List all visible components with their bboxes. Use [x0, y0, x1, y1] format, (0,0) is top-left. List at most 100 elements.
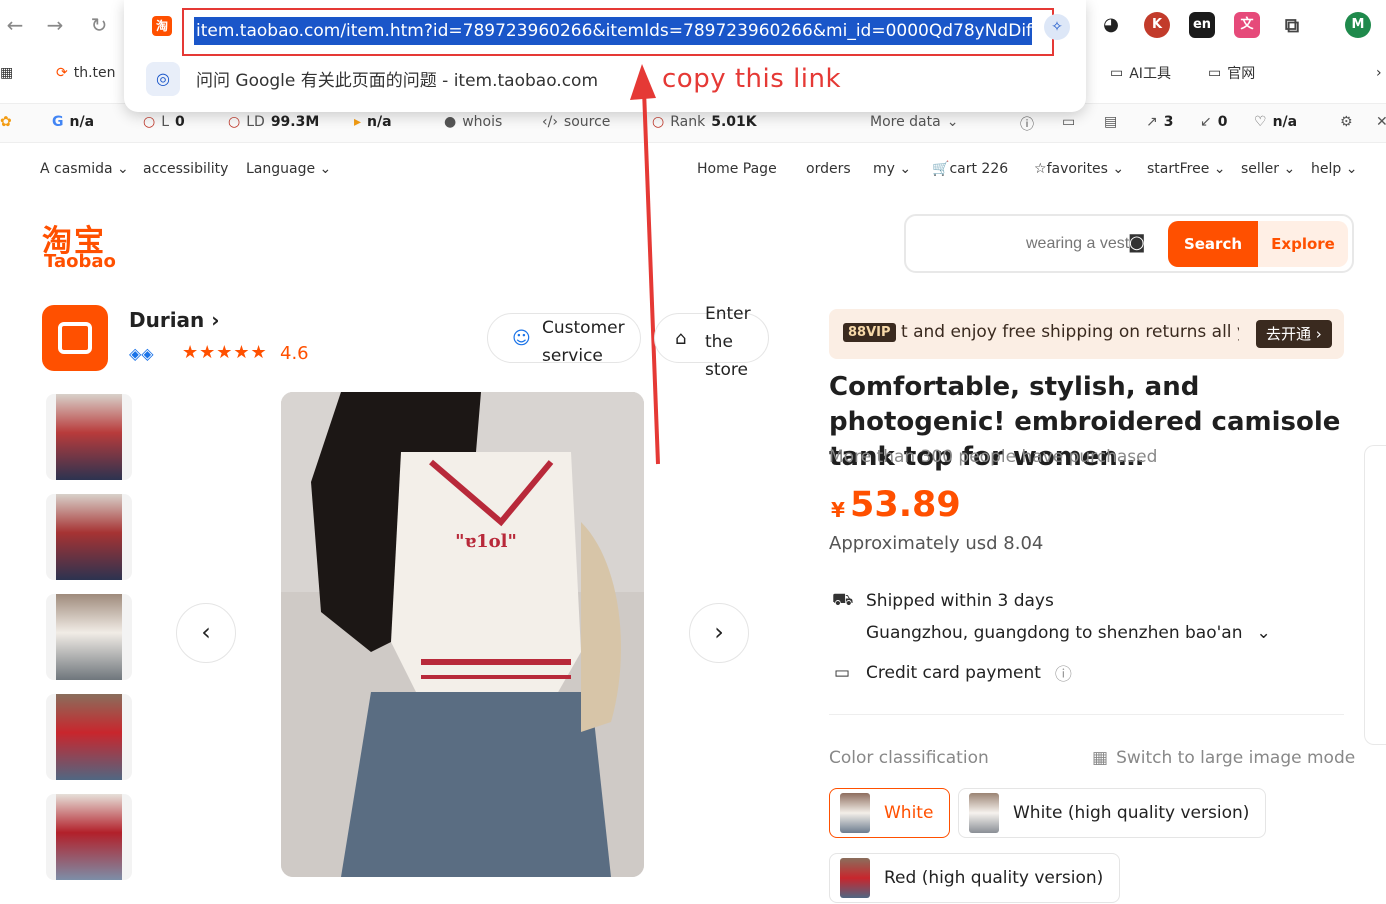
chevron-down-icon: ⌄ [319, 161, 332, 177]
color-option-white[interactable]: White [829, 788, 951, 838]
chevron-right-icon: › [211, 308, 220, 332]
monitor-icon[interactable]: ▭ [1062, 114, 1075, 130]
gallery-thumbnail[interactable] [46, 694, 132, 780]
site-top-bar: A casmida ⌄ accessibility Language ⌄ Hom… [0, 150, 1386, 190]
forward-icon[interactable]: → [40, 10, 70, 40]
swatch-image [840, 858, 870, 898]
chevron-right-icon: › [714, 618, 724, 646]
taobao-logo-text[interactable]: Taobao [44, 251, 116, 272]
start-free-menu[interactable]: startFree ⌄ [1147, 161, 1226, 177]
swatch-image [840, 793, 870, 833]
explore-button[interactable]: Explore [1258, 221, 1348, 267]
home-link[interactable]: Home Page [697, 161, 777, 177]
gallery-thumbnail[interactable] [46, 794, 132, 880]
info-icon[interactable]: ⓘ [1055, 660, 1072, 685]
seo-external-links[interactable]: ↗ 3 [1146, 114, 1173, 130]
extensions-puzzle-icon[interactable]: ⧉ [1279, 12, 1305, 38]
customer-service-button[interactable]: ☺ Customer service [487, 313, 641, 366]
annotation-label: copy this link [662, 64, 842, 94]
color-option-red-hq[interactable]: Red (high quality version) [829, 853, 1121, 903]
main-product-image[interactable]: "ɐ1ol" [281, 392, 644, 877]
seo-google[interactable]: Gn/a [52, 114, 94, 130]
divider [829, 714, 1344, 715]
shop-badge-icons: ◈◈ [129, 344, 154, 363]
user-menu[interactable]: A casmida ⌄ [40, 161, 129, 177]
approx-usd-price: Approximately usd 8.04 [829, 533, 1044, 554]
search-button[interactable]: Search [1168, 221, 1258, 267]
gallery-thumbnail[interactable] [46, 594, 132, 680]
info-icon[interactable]: ⓘ [1020, 114, 1034, 134]
apps-icon[interactable]: ▦ [0, 62, 13, 84]
more-bookmarks-icon[interactable]: › [1376, 62, 1382, 84]
shipping-route[interactable]: Guangzhou, guangdong to shenzhen bao'an … [866, 623, 1271, 643]
camera-icon[interactable]: ◙ [1128, 232, 1145, 253]
cart-link[interactable]: 🛒cart 226 [932, 161, 1008, 177]
product-price: 53.89 [850, 485, 961, 525]
seo-bing[interactable]: ▸ n/a [354, 114, 392, 130]
page-icon[interactable]: ▤ [1104, 114, 1117, 130]
chevron-down-icon: ⌄ [946, 114, 959, 130]
seller-menu[interactable]: seller ⌄ [1241, 161, 1295, 177]
chevron-left-icon: ‹ [201, 618, 211, 646]
svg-text:"ɐ1ol": "ɐ1ol" [455, 531, 517, 552]
chevron-down-icon: ⌄ [1213, 161, 1226, 177]
gallery-thumbnail[interactable] [46, 394, 132, 480]
chevron-down-icon: ⌄ [1256, 623, 1271, 643]
currency-symbol: ¥ [831, 498, 845, 522]
chat-icon: ☺ [512, 328, 531, 349]
vip-banner[interactable]: 88VIP t and enjoy free shipping on retur… [829, 309, 1344, 359]
star-icon: ☆ [1034, 161, 1047, 177]
extension-icon[interactable]: ◕ [1098, 12, 1124, 38]
chevron-down-icon: ⌄ [117, 161, 129, 177]
profile-avatar[interactable]: M [1345, 12, 1371, 38]
seo-links[interactable]: ○ L 0 [143, 114, 185, 130]
gallery-next-button[interactable]: › [689, 603, 749, 663]
vip-activate-button[interactable]: 去开通 › [1256, 320, 1332, 348]
help-menu[interactable]: help ⌄ [1311, 161, 1357, 177]
omnibox-suggestion[interactable]: 问问 Google 有关此页面的问题 - item.taobao.com [196, 66, 598, 91]
bookmark-folder-ai[interactable]: ▭ AI工具 [1110, 62, 1171, 84]
grid-icon: ▦ [1092, 748, 1109, 768]
color-option-white-hq[interactable]: White (high quality version) [958, 788, 1267, 838]
external-link-icon: ↗ [1146, 114, 1158, 130]
extension-en-icon[interactable]: en [1189, 12, 1215, 38]
lens-search-icon[interactable]: ✧ [1044, 14, 1070, 40]
seo-link-domains[interactable]: ○ LD 99.3M [228, 114, 319, 130]
back-icon[interactable]: ← [0, 10, 30, 40]
credit-card-icon: ▭ [833, 662, 851, 683]
accessibility-link[interactable]: accessibility [143, 161, 228, 177]
seo-heart[interactable]: ♡ n/a [1254, 114, 1297, 130]
language-menu[interactable]: Language ⌄ [246, 161, 331, 177]
gallery-thumbnail[interactable] [46, 494, 132, 580]
seo-logo-icon: ✿ [0, 114, 12, 130]
shop-logo[interactable] [42, 305, 108, 371]
reload-icon[interactable]: ↻ [84, 10, 114, 40]
taobao-favicon-icon: 淘 [152, 16, 172, 36]
heart-icon: ♡ [1254, 114, 1267, 130]
switch-large-image-mode[interactable]: ▦ Switch to large image mode [1092, 748, 1355, 768]
shop-rating-value: 4.6 [280, 343, 309, 364]
url-text[interactable]: item.taobao.com/item.htm?id=789723960266… [194, 17, 1032, 45]
chevron-down-icon: ⌄ [899, 161, 912, 177]
folder-icon: ▭ [1110, 65, 1124, 81]
bookmark-item[interactable]: ⟳ th.ten [56, 62, 116, 84]
seo-whois[interactable]: ● whois [444, 114, 502, 130]
favorites-menu[interactable]: ☆favorites ⌄ [1034, 161, 1124, 177]
bookmark-folder-official[interactable]: ▭ 官网 [1208, 62, 1255, 84]
enter-store-button[interactable]: ⌂ Enter the store [654, 304, 769, 380]
shop-name[interactable]: Durian › [129, 308, 220, 332]
floating-sidebar[interactable] [1364, 445, 1386, 745]
address-bar[interactable]: item.taobao.com/item.htm?id=789723960266… [182, 8, 1054, 56]
close-icon[interactable]: ✕ [1376, 114, 1386, 130]
extension-k-icon[interactable]: K [1144, 12, 1170, 38]
gallery-prev-button[interactable]: ‹ [176, 603, 236, 663]
my-menu[interactable]: my ⌄ [873, 161, 911, 177]
search-input[interactable] [1026, 235, 1136, 253]
seo-internal-links[interactable]: ↙ 0 [1200, 114, 1227, 130]
seo-source[interactable]: ‹/› source [542, 114, 610, 130]
orders-link[interactable]: orders [806, 161, 851, 177]
extension-translate-icon[interactable]: 文 [1234, 12, 1260, 38]
seo-more-data[interactable]: More data ⌄ [870, 114, 958, 130]
google-lens-icon: ◎ [146, 62, 180, 96]
settings-icon[interactable]: ⚙ [1340, 114, 1353, 130]
